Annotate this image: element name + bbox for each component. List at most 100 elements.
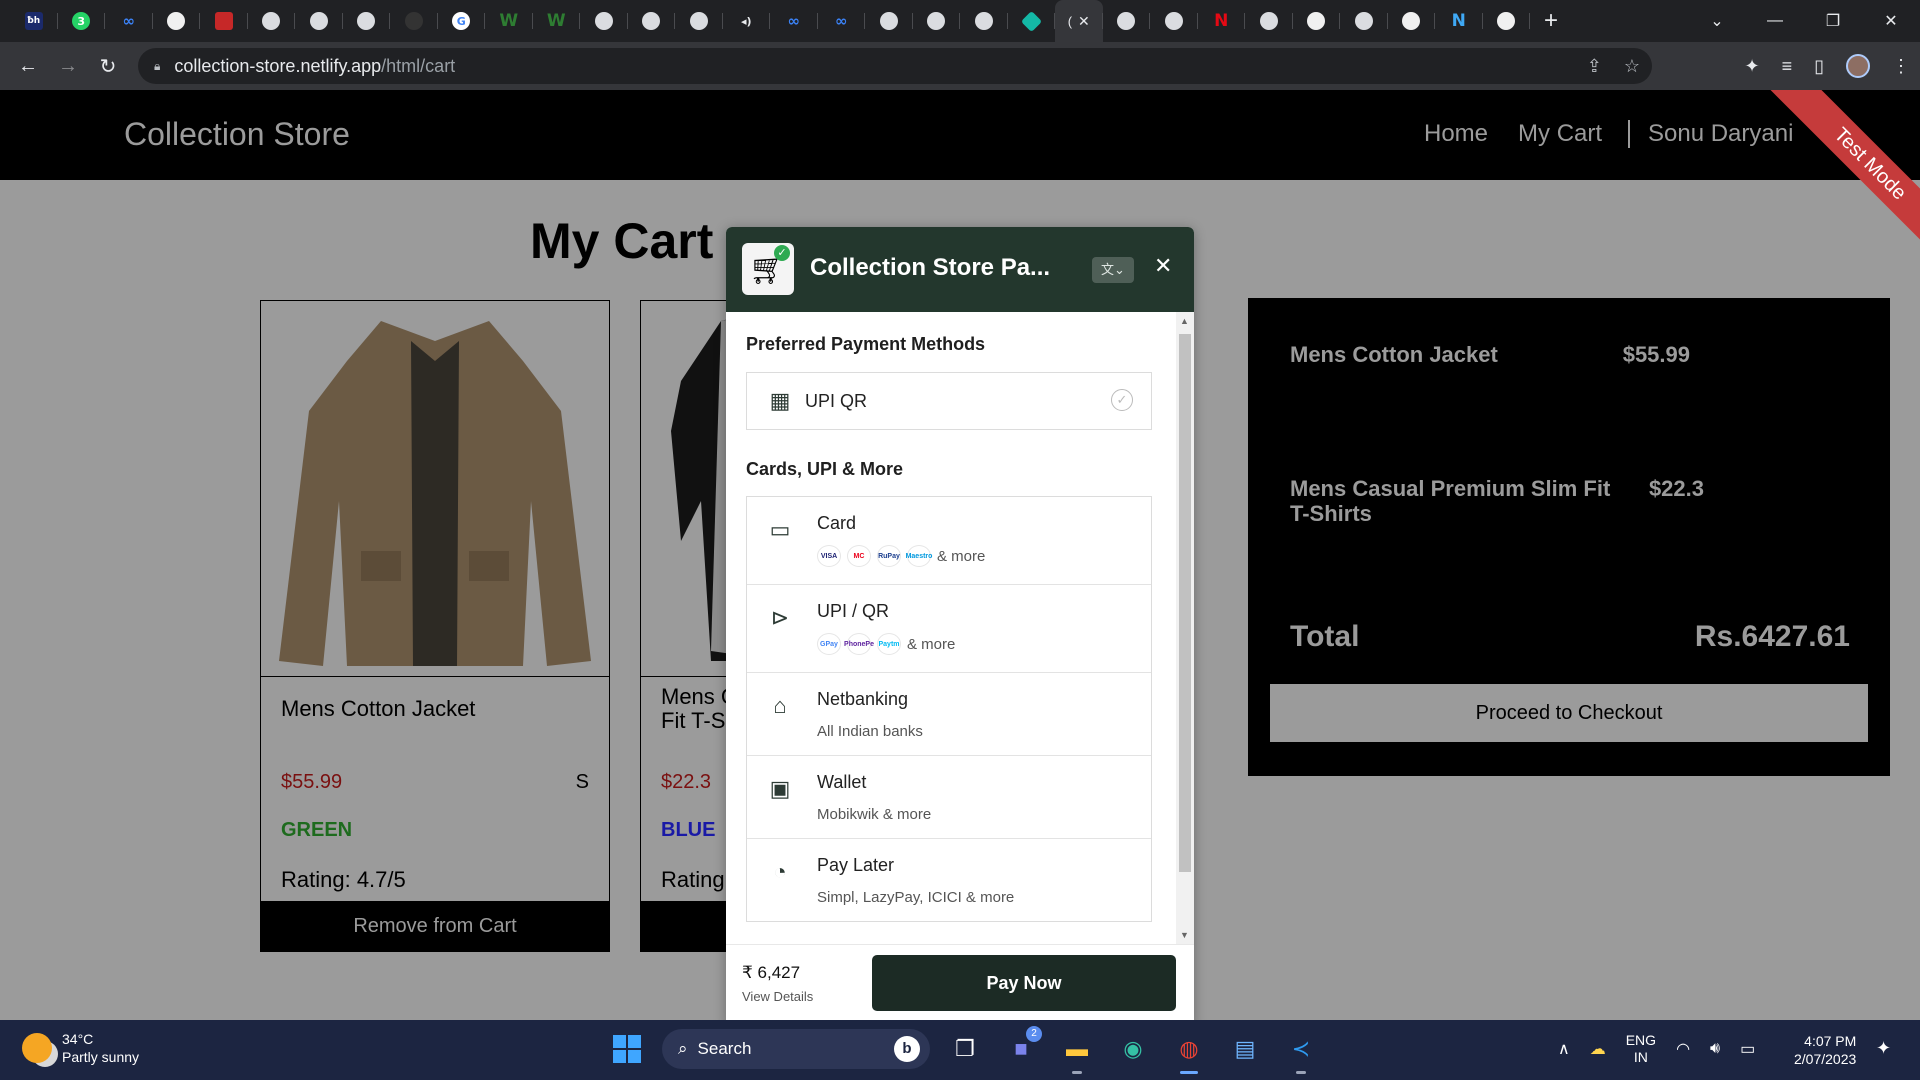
scroll-up-icon[interactable]: ▲: [1180, 316, 1189, 326]
menu-icon[interactable]: ⋮: [1892, 56, 1910, 77]
weather-widget[interactable]: 34°C Partly sunny: [22, 1030, 139, 1066]
url-host: collection-store.netlify.app: [174, 55, 382, 76]
forward-icon[interactable]: →: [48, 55, 88, 78]
modal-scrollbar[interactable]: ▲ ▼: [1176, 312, 1194, 944]
tb-favicon-icon: ƀh: [24, 12, 43, 30]
tab[interactable]: [580, 0, 628, 42]
netbanking-option[interactable]: ⌂ Netbanking All Indian banks: [747, 673, 1151, 756]
chevron-up-icon[interactable]: ∧: [1558, 1039, 1570, 1059]
task-view-icon[interactable]: ❐: [944, 1028, 986, 1070]
upi-option[interactable]: ⊳ UPI / QR GPay PhonePe Paytm & more: [747, 585, 1151, 673]
tab[interactable]: N: [1198, 0, 1246, 42]
tab[interactable]: ∞: [818, 0, 866, 42]
tab-search-icon[interactable]: ⌄: [1688, 11, 1746, 31]
tab[interactable]: [248, 0, 296, 42]
file-explorer-icon[interactable]: ▬: [1056, 1028, 1098, 1074]
back-icon[interactable]: ←: [8, 55, 48, 78]
battery-icon[interactable]: ▭: [1740, 1039, 1755, 1059]
tab[interactable]: [390, 0, 438, 42]
tab[interactable]: [295, 0, 343, 42]
vscode-icon[interactable]: ≺: [1280, 1028, 1322, 1074]
page: Collection Store Home My Cart Sonu Darya…: [0, 90, 1920, 1020]
tab[interactable]: [913, 0, 961, 42]
notification-icon[interactable]: ✦: [1876, 1038, 1891, 1059]
clock[interactable]: 4:07 PM 2/07/2023: [1794, 1032, 1856, 1068]
tab[interactable]: N: [1435, 0, 1483, 42]
option-subtitle: Simpl, LazyPay, ICICI & more: [817, 889, 1015, 906]
edge-icon[interactable]: ◉: [1112, 1028, 1154, 1070]
close-tab-icon[interactable]: ✕: [1078, 13, 1090, 30]
tab[interactable]: [1150, 0, 1198, 42]
upi-qr-option[interactable]: ▦ UPI QR ✓: [747, 373, 1151, 429]
tab[interactable]: [343, 0, 391, 42]
store-icon[interactable]: ▤: [1224, 1028, 1266, 1070]
minimize-icon[interactable]: —: [1746, 12, 1804, 30]
globe-icon: [1259, 12, 1278, 30]
nav-user-name[interactable]: Sonu Daryani: [1628, 120, 1793, 148]
proceed-to-checkout-button[interactable]: Proceed to Checkout: [1270, 684, 1868, 742]
language-select[interactable]: 文⌄: [1092, 257, 1134, 283]
tab[interactable]: ◂): [723, 0, 771, 42]
tab[interactable]: [1483, 0, 1531, 42]
radio-check-icon[interactable]: ✓: [1111, 389, 1133, 411]
tab[interactable]: [675, 0, 723, 42]
reload-icon[interactable]: ↻: [88, 54, 128, 79]
netflix-icon: N: [1214, 11, 1229, 31]
pay-later-option[interactable]: ◔ Pay Later Simpl, LazyPay, ICICI & more: [747, 839, 1151, 921]
tab[interactable]: [1340, 0, 1388, 42]
tab[interactable]: G: [438, 0, 486, 42]
site-brand[interactable]: Collection Store: [124, 116, 350, 153]
tab[interactable]: [1008, 0, 1056, 42]
media-control-icon[interactable]: ≡: [1782, 56, 1793, 77]
tab[interactable]: [1293, 0, 1341, 42]
scrollbar-thumb[interactable]: [1179, 334, 1191, 872]
tab[interactable]: W: [533, 0, 581, 42]
tab[interactable]: [960, 0, 1008, 42]
teams-badge: 2: [1026, 1026, 1042, 1042]
volume-icon[interactable]: 🔊︎: [1710, 1040, 1720, 1058]
search-label: Search: [697, 1039, 752, 1058]
card-option[interactable]: ▭ Card VISA MC RuPay Maestro & more: [747, 497, 1151, 585]
language-indicator[interactable]: ENG IN: [1626, 1032, 1656, 1066]
tab[interactable]: ∞: [770, 0, 818, 42]
tab[interactable]: [1245, 0, 1293, 42]
tab[interactable]: ∞: [105, 0, 153, 42]
share-icon[interactable]: ⇪: [1587, 56, 1602, 77]
tab[interactable]: [865, 0, 913, 42]
teams-icon[interactable]: ■ 2: [1000, 1026, 1042, 1070]
extensions-icon[interactable]: ✦: [1744, 56, 1759, 77]
gpay-icon: GPay: [817, 633, 841, 655]
lock-icon[interactable]: 🔒︎: [154, 59, 160, 74]
tab[interactable]: ƀh: [10, 0, 58, 42]
scroll-down-icon[interactable]: ▼: [1180, 930, 1189, 940]
side-panel-icon[interactable]: ▯: [1814, 56, 1824, 77]
nav-cart-link[interactable]: My Cart: [1518, 120, 1602, 148]
tab[interactable]: W: [485, 0, 533, 42]
active-tab[interactable]: (✕: [1055, 0, 1103, 42]
view-details-link[interactable]: View Details: [742, 989, 813, 1004]
globe-icon: [689, 12, 708, 30]
profile-avatar[interactable]: [1846, 54, 1870, 78]
new-tab-icon[interactable]: +: [1544, 7, 1558, 35]
modal-footer: ₹ 6,427 View Details Pay Now: [726, 944, 1194, 1020]
restore-icon[interactable]: ❐: [1804, 11, 1862, 31]
close-window-icon[interactable]: ✕: [1862, 11, 1920, 31]
tab[interactable]: 3: [58, 0, 106, 42]
remove-from-cart-button[interactable]: Remove from Cart: [261, 901, 609, 951]
tab[interactable]: [200, 0, 248, 42]
start-icon[interactable]: [606, 1028, 648, 1070]
address-bar[interactable]: 🔒︎ collection-store.netlify.app/html/car…: [138, 48, 1652, 84]
wifi-icon[interactable]: ◠: [1676, 1039, 1690, 1059]
nav-home-link[interactable]: Home: [1424, 120, 1488, 148]
tab[interactable]: [1388, 0, 1436, 42]
wallet-option[interactable]: ▣ Wallet Mobikwik & more: [747, 756, 1151, 839]
pay-now-button[interactable]: Pay Now: [872, 955, 1176, 1011]
onedrive-icon[interactable]: ☁: [1590, 1039, 1606, 1059]
taskbar-search[interactable]: ⌕ Search b: [662, 1029, 930, 1069]
close-icon[interactable]: ✕: [1154, 253, 1172, 279]
tab[interactable]: [628, 0, 676, 42]
tab[interactable]: [1103, 0, 1151, 42]
bookmark-star-icon[interactable]: ☆: [1624, 56, 1640, 77]
chrome-icon[interactable]: ◍: [1168, 1028, 1210, 1074]
tab[interactable]: [153, 0, 201, 42]
